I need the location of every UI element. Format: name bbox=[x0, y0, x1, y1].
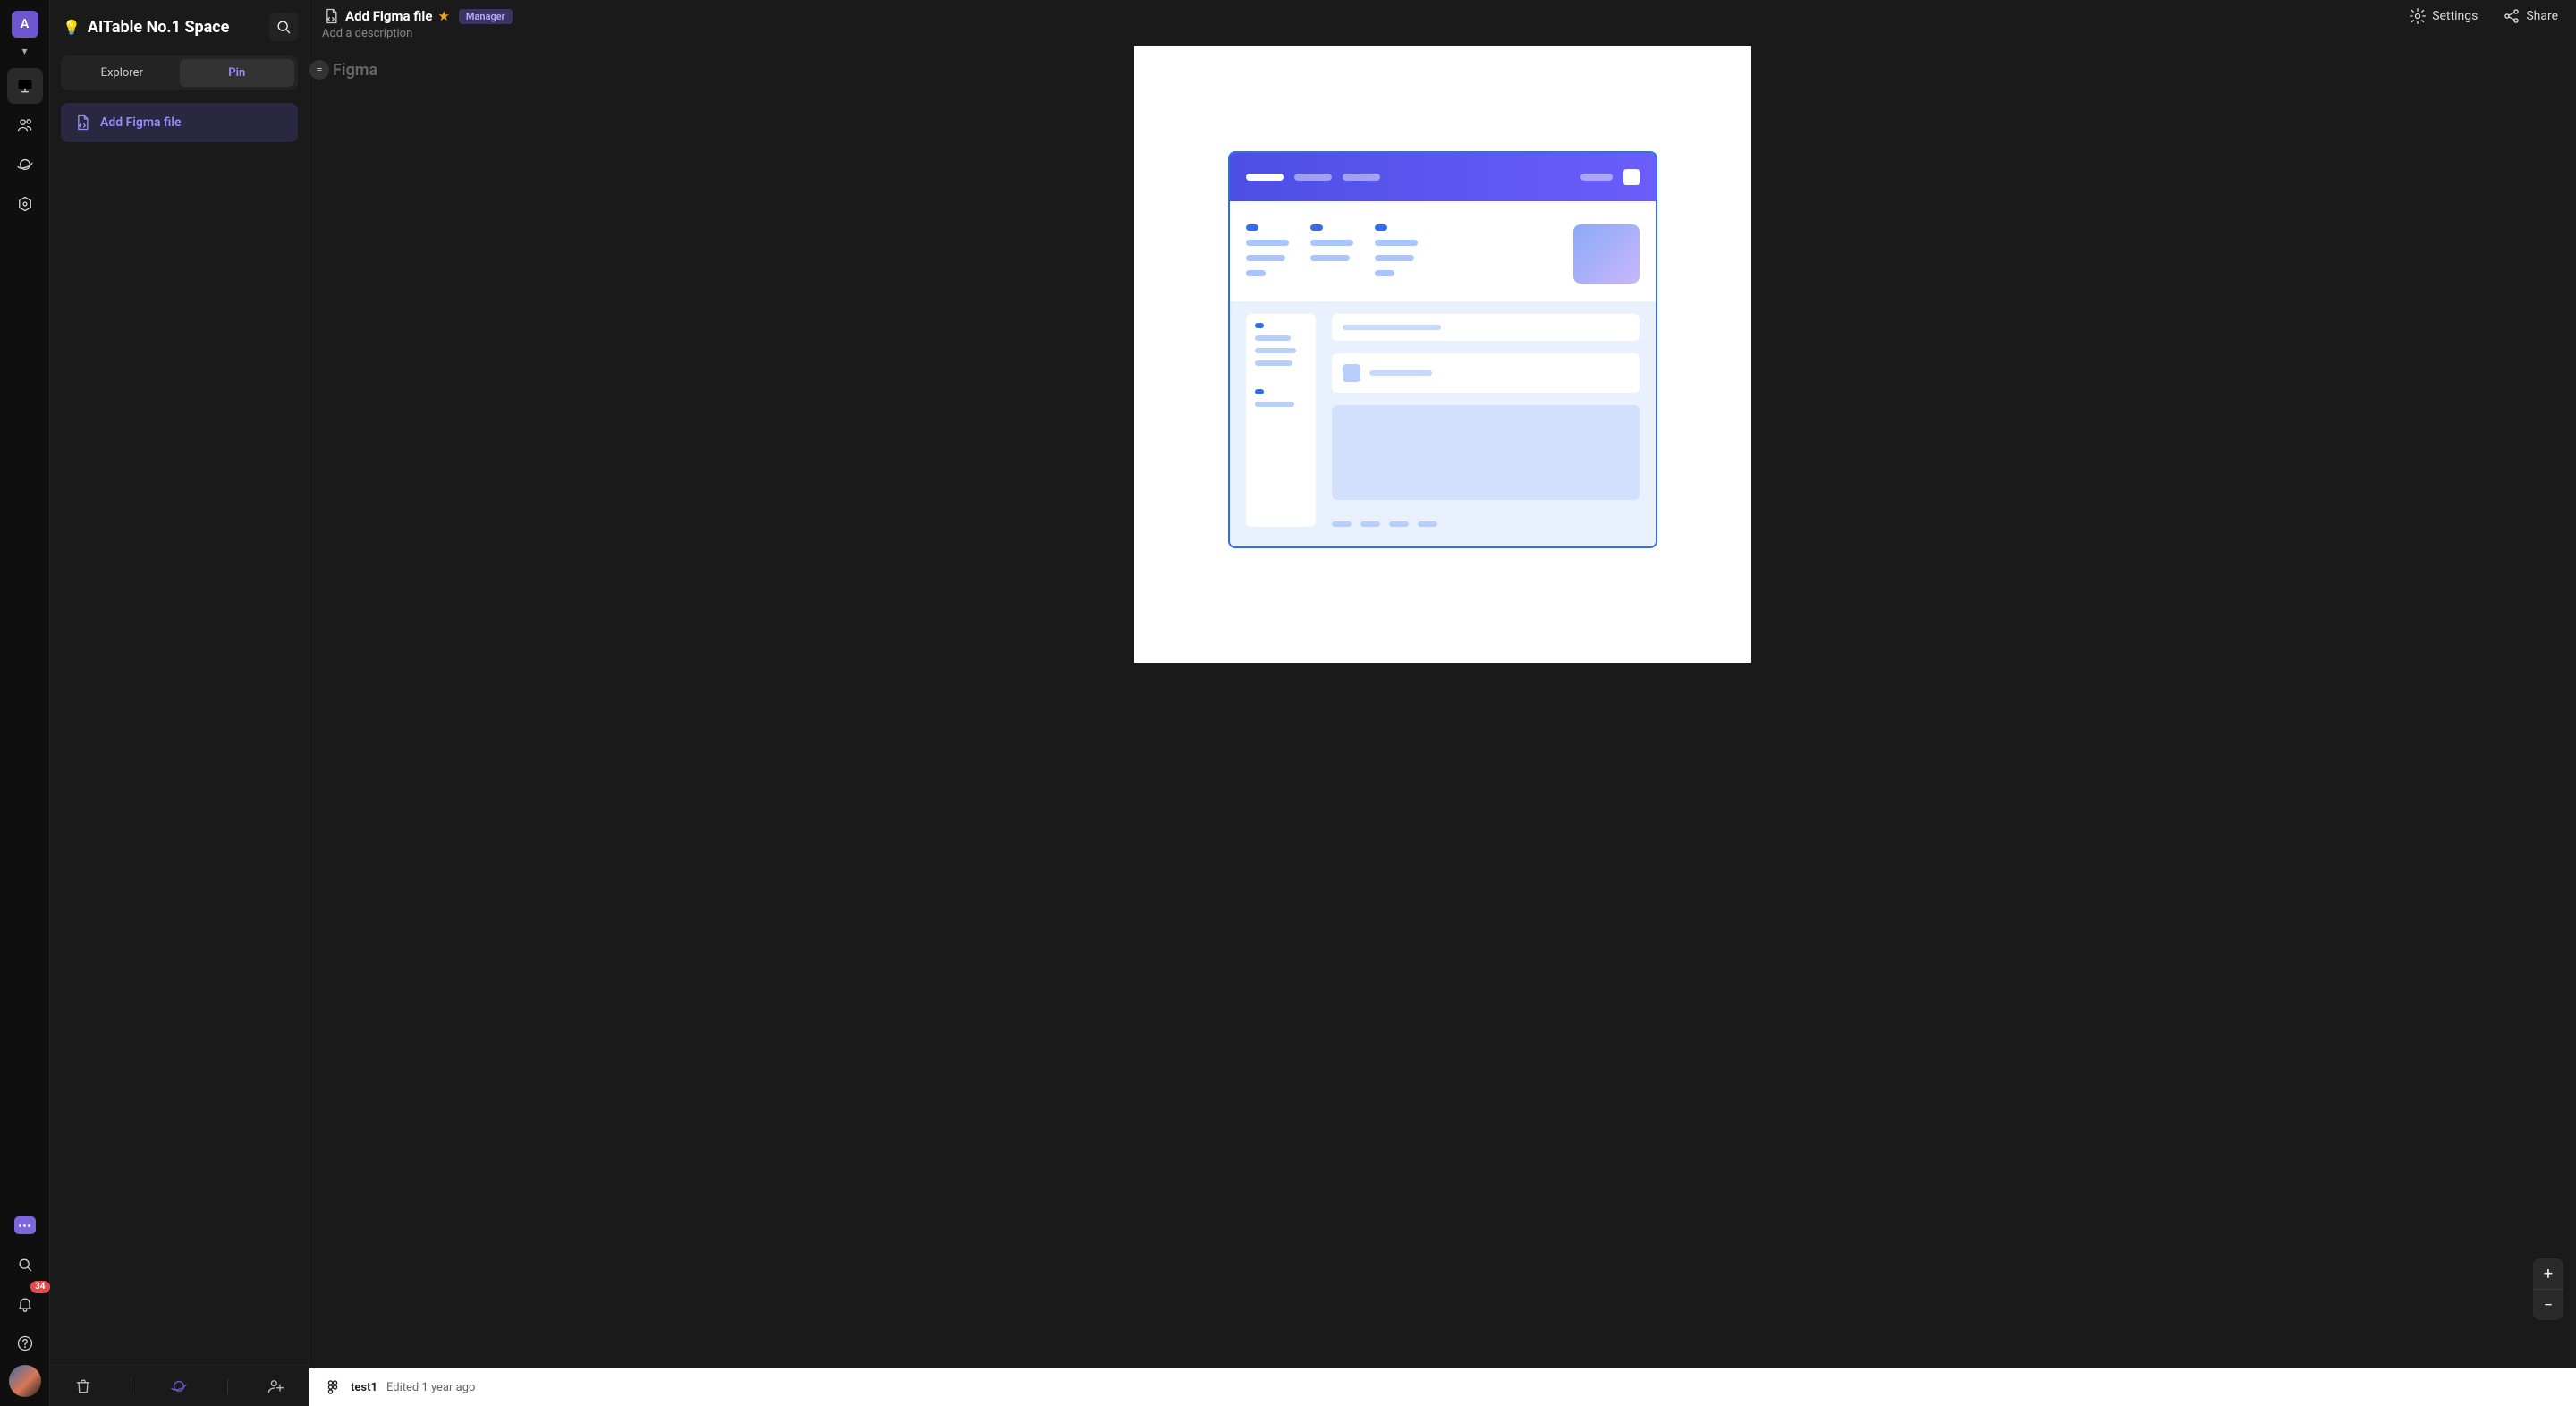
people-icon bbox=[16, 116, 34, 134]
sidebar-search-button[interactable] bbox=[269, 13, 298, 41]
share-label: Share bbox=[2526, 9, 2558, 23]
file-title: Add Figma file bbox=[345, 8, 432, 24]
discover-button[interactable] bbox=[161, 1368, 197, 1404]
nav-management[interactable] bbox=[7, 186, 43, 222]
sidebar: 💡 AITable No.1 Space Explorer Pin Add Fi… bbox=[50, 0, 309, 1406]
nav-workbench[interactable] bbox=[7, 68, 43, 104]
person-plus-icon bbox=[267, 1377, 284, 1395]
hexagon-icon bbox=[16, 195, 34, 213]
canvas-page-label: ≡ Figma bbox=[309, 60, 377, 80]
settings-label: Settings bbox=[2432, 9, 2478, 23]
nav-discover[interactable] bbox=[7, 147, 43, 182]
zoom-in-button[interactable]: + bbox=[2533, 1258, 2563, 1289]
tab-pin[interactable]: Pin bbox=[180, 59, 295, 87]
trash-icon bbox=[74, 1377, 92, 1395]
role-tag: Manager bbox=[459, 9, 513, 24]
workspace-avatar[interactable]: A bbox=[12, 11, 38, 38]
zoom-controls: + − bbox=[2533, 1258, 2563, 1320]
space-title: AITable No.1 Space bbox=[88, 18, 262, 37]
nav-chat[interactable] bbox=[7, 1207, 43, 1243]
chat-icon bbox=[14, 1216, 36, 1234]
status-file-name: test1 bbox=[351, 1381, 377, 1394]
planet-icon bbox=[16, 156, 34, 174]
invite-button[interactable] bbox=[258, 1368, 293, 1404]
trash-button[interactable] bbox=[65, 1368, 101, 1404]
user-avatar[interactable] bbox=[9, 1365, 41, 1397]
notification-count: 34 bbox=[30, 1281, 49, 1293]
nav-rail: A ▾ 34 bbox=[0, 0, 50, 1406]
status-bar: test1 Edited 1 year ago bbox=[309, 1368, 2576, 1406]
chevron-down-icon[interactable]: ▾ bbox=[21, 45, 27, 57]
pin-list: Add Figma file bbox=[50, 96, 309, 1365]
zoom-out-button[interactable]: − bbox=[2533, 1290, 2563, 1320]
pin-item-add-figma[interactable]: Add Figma file bbox=[61, 103, 298, 142]
monitor-icon bbox=[16, 77, 34, 95]
nav-help[interactable] bbox=[7, 1326, 43, 1361]
embed-page-icon bbox=[73, 114, 91, 131]
planet-icon bbox=[170, 1377, 188, 1395]
nav-contacts[interactable] bbox=[7, 107, 43, 143]
nav-search[interactable] bbox=[7, 1247, 43, 1283]
share-icon bbox=[2503, 7, 2521, 25]
status-edited-text: Edited 1 year ago bbox=[386, 1381, 475, 1394]
figma-mock-frame bbox=[1228, 151, 1657, 548]
menu-icon[interactable]: ≡ bbox=[309, 60, 329, 80]
bulb-icon: 💡 bbox=[63, 19, 80, 36]
canvas-page-name: Figma bbox=[333, 61, 377, 80]
tab-explorer[interactable]: Explorer bbox=[64, 59, 180, 87]
main: Add Figma file ★ Manager Add a descripti… bbox=[309, 0, 2576, 1406]
nav-notifications[interactable]: 34 bbox=[7, 1286, 43, 1322]
gear-icon bbox=[2409, 7, 2427, 25]
bell-icon bbox=[16, 1295, 34, 1313]
pin-item-label: Add Figma file bbox=[100, 115, 182, 130]
search-icon bbox=[275, 18, 292, 36]
sidebar-footer bbox=[50, 1365, 309, 1406]
settings-button[interactable]: Settings bbox=[2409, 7, 2478, 25]
help-icon bbox=[16, 1334, 34, 1352]
share-button[interactable]: Share bbox=[2503, 7, 2558, 25]
topbar: Add Figma file ★ Manager Add a descripti… bbox=[309, 0, 2576, 46]
figma-icon bbox=[324, 1378, 342, 1396]
figma-artboard bbox=[1134, 46, 1751, 663]
sidebar-tabs: Explorer Pin bbox=[61, 55, 298, 90]
search-icon bbox=[16, 1256, 34, 1274]
star-icon[interactable]: ★ bbox=[437, 8, 449, 24]
embed-page-icon bbox=[322, 7, 340, 25]
description-input[interactable]: Add a description bbox=[322, 27, 513, 40]
figma-canvas[interactable]: ≡ Figma bbox=[309, 46, 2576, 1368]
